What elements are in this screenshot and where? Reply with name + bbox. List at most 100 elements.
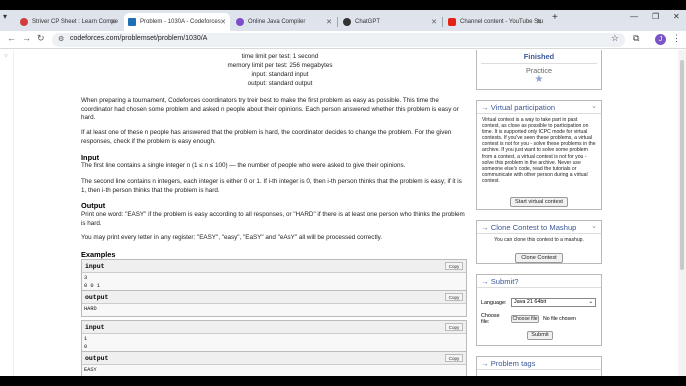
- input-file: input: standard input: [251, 71, 309, 78]
- address-bar[interactable]: ⚙ codeforces.com/problemset/problem/1030…: [52, 33, 625, 47]
- finished-label: Finished: [523, 52, 555, 61]
- reload-icon[interactable]: ↻: [37, 33, 45, 44]
- time-limit: time limit per test: 1 second: [241, 53, 319, 60]
- sample-head: output: [82, 291, 466, 304]
- tab-codeforces[interactable]: Problem - 1030A - Codeforces ✕: [124, 13, 230, 31]
- tags-title: → Problem tags: [477, 357, 601, 370]
- submit-title-text: → Submit?: [481, 277, 519, 286]
- codeforces-favicon-icon: [128, 18, 136, 26]
- maximize-icon[interactable]: ❐: [652, 12, 659, 21]
- scrollbar-thumb[interactable]: [680, 60, 684, 270]
- clone-title: → Clone Contest to Mashup ⌄: [477, 221, 601, 234]
- sample-line: 1: [84, 336, 88, 342]
- virtual-title-text: → Virtual participation: [481, 103, 556, 112]
- input-section-title: Input: [81, 153, 100, 162]
- minimize-icon[interactable]: —: [630, 12, 638, 21]
- top-letterbox: [0, 0, 686, 10]
- file-label: Choose file:: [481, 313, 500, 325]
- chatgpt-favicon-icon: [343, 18, 351, 26]
- close-icon[interactable]: ✕: [326, 18, 332, 26]
- submit-title: → Submit?: [477, 275, 601, 288]
- sample-line: 0 0 1: [84, 282, 100, 289]
- sample-body: HARD: [82, 304, 466, 316]
- back-arrow-icon[interactable]: ←: [7, 33, 16, 43]
- close-icon[interactable]: ✕: [220, 18, 226, 26]
- extensions-icon[interactable]: ⧉: [633, 33, 639, 44]
- statement-paragraph-2: If at least one of these n people has an…: [81, 129, 452, 145]
- copy-button[interactable]: Copy: [445, 262, 463, 270]
- tab-label: Striver CP Sheet : Learn Compe: [32, 19, 118, 25]
- chevron-down-icon[interactable]: ⌄: [591, 222, 597, 230]
- bookmark-star-icon[interactable]: ☆: [611, 33, 619, 44]
- close-icon[interactable]: ✕: [110, 18, 116, 26]
- start-virtual-contest-button[interactable]: Start virtual contest: [510, 197, 568, 207]
- tab-striver[interactable]: Striver CP Sheet : Learn Compe ✕: [16, 13, 120, 31]
- tab-divider: [337, 17, 338, 27]
- chevron-down-icon[interactable]: ⌄: [591, 102, 597, 110]
- clone-contest-button[interactable]: Clone Contest: [515, 253, 563, 264]
- virtual-description: Virtual contest is a way to take part in…: [482, 117, 596, 184]
- sample-output-2: output Copy EASY: [81, 351, 467, 376]
- sample-head: output: [82, 352, 466, 365]
- site-info-icon[interactable]: ⚙: [58, 35, 64, 43]
- output-file: output: standard output: [247, 80, 313, 87]
- examples-title: Examples: [81, 250, 116, 259]
- tab-search-icon[interactable]: ▾: [3, 12, 7, 21]
- sample-line: 3: [84, 275, 88, 281]
- copy-button[interactable]: Copy: [445, 354, 463, 362]
- virtual-title: → Virtual participation ⌄: [477, 101, 601, 114]
- tab-chatgpt[interactable]: ChatGPT ✕: [339, 13, 441, 31]
- sample-output-1: output Copy HARD: [81, 290, 467, 317]
- input-paragraph-1: The first line contains a single integer…: [81, 162, 406, 169]
- url-text: codeforces.com/problemset/problem/1030/A: [70, 35, 208, 42]
- star-icon[interactable]: ★: [477, 75, 601, 85]
- sample-input-2: input Copy 1 0: [81, 320, 467, 354]
- language-value: Java 21 64bit: [514, 299, 547, 305]
- close-icon[interactable]: ✕: [536, 18, 542, 26]
- statement-paragraph-1: When preparing a tournament, Codeforces …: [81, 97, 459, 122]
- page-content: ○ time limit per test: 1 second memory l…: [0, 50, 686, 376]
- tab-youtube-studio[interactable]: Channel content - YouTube Stu ✕: [444, 13, 546, 31]
- language-select[interactable]: Java 21 64bit ⌄: [511, 298, 596, 307]
- tab-java-compiler[interactable]: Online Java Compiler ✕: [232, 13, 336, 31]
- sample-body: EASY: [82, 365, 466, 376]
- output-paragraph-1: Print one word: "EASY" if the problem is…: [81, 211, 465, 227]
- tab-label: Problem - 1030A - Codeforces: [140, 19, 221, 25]
- output-paragraph-2: You may print every letter in any regist…: [81, 234, 383, 241]
- sample-head: input: [82, 260, 466, 273]
- bottom-letterbox: [0, 376, 686, 386]
- clone-contest-box: → Clone Contest to Mashup ⌄ You can clon…: [476, 220, 602, 264]
- tab-bar: Striver CP Sheet : Learn Compe ✕ Problem…: [0, 10, 686, 31]
- virtual-participation-box: → Virtual participation ⌄ Virtual contes…: [476, 100, 602, 210]
- youtube-favicon-icon: [448, 18, 456, 26]
- new-tab-plus-icon[interactable]: +: [552, 12, 558, 23]
- clone-description: You can clone this contest to a mashup.: [494, 237, 584, 243]
- language-label: Language:: [481, 300, 507, 306]
- browser-toolbar: ← → ↻ ⚙ codeforces.com/problemset/proble…: [0, 31, 686, 49]
- window-close-icon[interactable]: ✕: [673, 12, 680, 21]
- problem-tags-box: → Problem tags: [476, 356, 602, 376]
- close-icon[interactable]: ✕: [431, 18, 437, 26]
- file-status: No file chosen: [543, 316, 576, 322]
- copy-button[interactable]: Copy: [445, 323, 463, 331]
- menu-dots-icon[interactable]: ⋮: [672, 33, 681, 44]
- copy-button[interactable]: Copy: [445, 293, 463, 301]
- clone-title-text: → Clone Contest to Mashup: [481, 223, 577, 232]
- forward-arrow-icon[interactable]: →: [22, 33, 31, 43]
- choose-file-button[interactable]: Choose file: [511, 315, 539, 323]
- sample-line: 0: [84, 343, 88, 350]
- tab-divider: [442, 17, 443, 27]
- left-gutter: [0, 50, 14, 376]
- status-box: Finished Practice ★: [476, 50, 602, 90]
- tab-label: Channel content - YouTube Stu: [460, 19, 544, 25]
- avatar[interactable]: J: [655, 34, 666, 45]
- chevron-down-icon: ⌄: [588, 299, 593, 305]
- tab-label: ChatGPT: [355, 19, 381, 25]
- submit-button[interactable]: Submit: [527, 331, 553, 340]
- submit-box: → Submit? Language: Java 21 64bit ⌄ Choo…: [476, 274, 602, 346]
- memory-limit: memory limit per test: 256 megabytes: [227, 62, 333, 69]
- input-paragraph-2: The second line contains n integers, eac…: [81, 178, 462, 194]
- sample-line: EASY: [84, 367, 97, 373]
- circle-icon: ○: [4, 53, 8, 59]
- tab-label: Online Java Compiler: [248, 19, 306, 25]
